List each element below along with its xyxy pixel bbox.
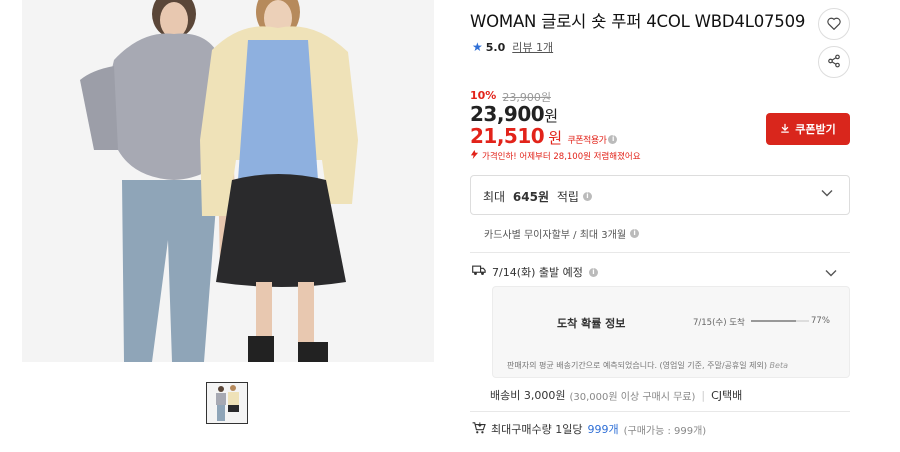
coupon-price-label: 쿠폰적용가 i: [568, 133, 618, 146]
sale-price-value: 23,900: [470, 102, 545, 126]
coupon-price-unit: 원: [548, 129, 562, 147]
shipping-schedule: 7/14(화) 출발 예정 i: [472, 264, 598, 280]
rating-value: 5.0: [485, 40, 506, 54]
alert-arrow-icon: [470, 150, 479, 162]
chevron-down-icon: [821, 187, 833, 202]
divider: [470, 411, 850, 412]
review-link[interactable]: 리뷰 1개: [512, 39, 553, 55]
product-title: WOMAN 글로시 숏 푸퍼 4COL WBD4L07509: [470, 12, 806, 31]
wishlist-button[interactable]: [818, 8, 850, 40]
coupon-price-label-text: 쿠폰적용가: [567, 136, 607, 146]
info-icon[interactable]: i: [582, 192, 592, 201]
courier-name: CJ택배: [711, 389, 743, 402]
coupon-download-button[interactable]: 쿠폰받기: [766, 113, 850, 145]
product-main-image[interactable]: [22, 0, 434, 362]
coupon-price-value: 21,510: [470, 124, 545, 148]
arrival-probability-bar: [751, 320, 809, 322]
truck-icon: [472, 265, 486, 279]
shipping-fee-text: 배송비 3,000원: [490, 389, 566, 402]
download-icon: [780, 123, 790, 136]
coupon-price: 21,510 원 쿠폰적용가 i: [470, 124, 618, 148]
thumbnail-image[interactable]: [206, 382, 248, 424]
points-accordion[interactable]: 최대 645원 적립 i: [470, 175, 850, 215]
info-icon[interactable]: i: [608, 135, 618, 144]
arrival-probability-fill: [751, 320, 796, 322]
arrival-probability-panel: 도착 확률 정보 7/15(수) 도착 77% 판매자의 평균 배송기간으로 예…: [492, 286, 850, 378]
arrival-date: 7/15(수) 도착: [693, 318, 745, 328]
share-icon: [827, 53, 841, 72]
chevron-down-icon[interactable]: [825, 264, 837, 283]
divider: [470, 252, 850, 253]
beta-label: Beta: [769, 361, 788, 370]
purchase-limit-label: 최대구매수량 1일당: [491, 423, 583, 436]
sale-price-unit: 원: [544, 107, 558, 125]
coupon-download-label: 쿠폰받기: [795, 123, 836, 136]
installment-info: 카드사별 무이자할부 / 최대 3개월 i: [484, 226, 640, 241]
arrival-percent: 77%: [811, 316, 830, 326]
installment-text: 카드사별 무이자할부 / 최대 3개월: [484, 230, 627, 241]
price-drop-alert-text: 가격인하! 어제부터 28,100원 저렴해졌어요: [482, 152, 641, 162]
arrival-note-text: 판매자의 평균 배송기간으로 예측되었습니다. (영업일 기준, 주말/공휴일 …: [507, 361, 767, 370]
points-prefix: 최대: [483, 190, 509, 204]
purchase-limit: 최대구매수량 1일당 999개 (구매가능 : 999개): [472, 421, 706, 437]
share-button[interactable]: [818, 46, 850, 78]
info-icon[interactable]: i: [588, 267, 598, 277]
shipping-fee-condition: (30,000원 이상 구매시 무료): [569, 391, 696, 403]
price-drop-alert: 가격인하! 어제부터 28,100원 저렴해졌어요: [470, 150, 641, 162]
star-icon: ★: [472, 40, 483, 54]
heart-icon: [827, 15, 841, 34]
arrival-note: 판매자의 평균 배송기간으로 예측되었습니다. (영업일 기준, 주말/공휴일 …: [507, 360, 788, 371]
purchase-available: (구매가능 : 999개): [623, 425, 707, 437]
points-text: 최대 645원 적립 i: [483, 188, 592, 205]
sale-price: 23,900원: [470, 102, 558, 126]
points-amount: 645원: [512, 190, 549, 204]
info-icon[interactable]: i: [630, 229, 640, 238]
cart-icon: [472, 421, 486, 437]
purchase-limit-value: 999개: [587, 423, 619, 436]
departure-text: 7/14(화) 출발 예정: [492, 266, 583, 279]
points-suffix: 적립: [553, 190, 579, 204]
rating-summary: ★ 5.0 리뷰 1개: [472, 39, 553, 55]
shipping-fee: 배송비 3,000원 (30,000원 이상 구매시 무료) | CJ택배: [490, 387, 742, 403]
probability-title: 도착 확률 정보: [557, 317, 626, 330]
separator: |: [701, 388, 706, 402]
